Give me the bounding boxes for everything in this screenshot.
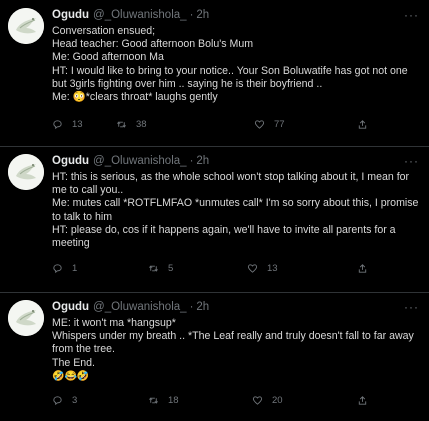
author-handle[interactable]: @_Oluwanishola_ [93,300,187,314]
retweet-count: 38 [136,118,147,130]
share-icon [358,395,367,405]
like-count: 77 [274,118,285,130]
tweet-line: Me: mutes call *ROTFLMFAO *unmutes call*… [52,197,419,223]
more-icon[interactable]: ··· [404,300,419,314]
tweet-line: The End. [52,356,95,369]
separator: · [189,9,194,21]
author-handle[interactable]: @_Oluwanishola_ [93,154,187,168]
share-icon [358,263,367,273]
tweet-line: Me: 😳*clears throat* laughs gently [52,91,218,104]
reply-button[interactable]: 3 [52,395,77,406]
tweet-text: ME: it won't ma *hangsup* Whispers under… [52,317,421,383]
like-count: 13 [267,262,278,274]
reply-count: 13 [72,118,83,130]
share-button[interactable] [357,119,377,130]
tweet-line: Conversation ensued; [52,25,156,37]
avatar[interactable] [8,8,44,44]
tweet-line: HT: I would like to bring to your notice… [52,64,408,90]
reply-count: 1 [72,262,78,274]
divider [0,292,429,293]
separator: · [189,155,194,167]
retweet-icon [149,264,158,272]
author-name[interactable]: Ogudu [52,300,89,314]
share-button[interactable] [357,395,377,406]
retweet-button[interactable]: 5 [148,263,173,274]
heart-icon [252,395,263,405]
tweet-line: HT: this is serious, as the whole school… [52,171,410,197]
reply-icon [53,263,62,273]
retweet-button[interactable]: 18 [148,395,179,406]
reply-count: 3 [72,394,78,406]
tweet-line: Whispers under my breath .. *The Leaf re… [52,330,414,356]
reply-button[interactable]: 13 [52,119,83,130]
timestamp[interactable]: 2h [196,300,209,314]
share-icon [358,119,367,129]
tweet-line: ME: it won't ma *hangsup* [52,317,176,329]
like-button[interactable]: 77 [254,119,285,130]
avatar[interactable] [8,154,44,190]
retweet-icon [149,396,158,404]
emoji-line: 🤣😂🤣 [52,370,90,382]
tweet[interactable]: Ogudu @_Oluwanishola_ · 2h Conversation … [0,8,429,138]
divider [0,146,429,147]
more-icon[interactable]: ··· [404,154,419,168]
more-icon[interactable]: ··· [404,8,419,22]
tweet[interactable]: Ogudu @_Oluwanishola_ · 2h HT: this is s… [0,154,429,284]
retweet-count: 5 [168,262,174,274]
reply-icon [53,395,62,405]
avatar[interactable] [8,300,44,336]
tweet-line: Head teacher: Good afternoon Bolu's Mum [52,38,254,51]
tweet-line: Me: Good afternoon Ma [52,51,164,64]
dove-avatar-icon [8,300,44,336]
dove-avatar-icon [8,154,44,190]
share-button[interactable] [357,263,377,274]
like-button[interactable]: 20 [252,395,283,406]
tweet-feed: Ogudu @_Oluwanishola_ · 2h Conversation … [0,0,429,421]
like-button[interactable]: 13 [247,263,278,274]
like-count: 20 [272,394,283,406]
author-handle[interactable]: @_Oluwanishola_ [93,8,187,22]
timestamp[interactable]: 2h [196,154,209,168]
tweet[interactable]: Ogudu @_Oluwanishola_ · 2h ME: it won't … [0,300,429,418]
timestamp[interactable]: 2h [196,8,209,22]
tweet-text: Conversation ensued; Head teacher: Good … [52,25,421,104]
retweet-icon [117,120,126,128]
dove-avatar-icon [8,8,44,44]
heart-icon [254,119,265,129]
heart-icon [247,263,258,273]
retweet-count: 18 [168,394,179,406]
tweet-line: HT: please do, cos if it happens again, … [52,223,396,250]
tweet-text: HT: this is serious, as the whole school… [52,171,421,250]
separator: · [189,301,194,313]
reply-icon [53,119,62,129]
author-name[interactable]: Ogudu [52,154,89,168]
reply-button[interactable]: 1 [52,263,77,274]
retweet-button[interactable]: 38 [116,119,147,130]
author-name[interactable]: Ogudu [52,8,89,22]
